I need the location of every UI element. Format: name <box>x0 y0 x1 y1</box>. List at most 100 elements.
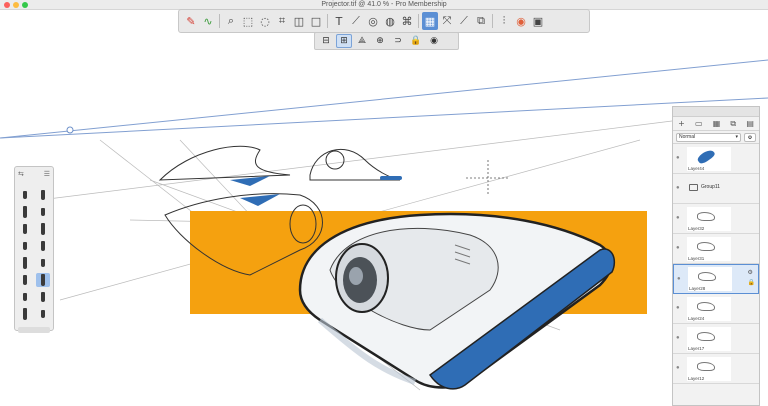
layer-visibility-icon[interactable]: ● <box>676 335 683 342</box>
layer-preview <box>696 147 716 165</box>
french-curve-icon[interactable]: ◍ <box>382 12 398 30</box>
shapes-icon[interactable]: ⧉ <box>473 12 489 30</box>
perspective-2pt-icon[interactable]: ⊞ <box>336 34 352 48</box>
brush-sets-icon[interactable]: ⇆ <box>18 170 24 178</box>
layer-row[interactable]: ● Layer28 ⚙ 🔒 <box>673 264 759 294</box>
layer-visibility-icon[interactable]: ● <box>676 155 683 162</box>
lock-icon[interactable]: 🔒 <box>408 34 424 48</box>
layer-actions: ⚙ 🔒 <box>748 269 755 286</box>
layer-row[interactable]: ● Layer44 <box>673 144 759 174</box>
toolbar-separator <box>327 14 328 28</box>
brush-green-icon[interactable]: ∿ <box>200 12 216 30</box>
layer-lock-icon[interactable]: 🔒 <box>748 279 755 286</box>
toolbar-separator <box>418 14 419 28</box>
brush-tip-icon <box>23 257 27 269</box>
brush-tip-icon <box>23 293 27 301</box>
brush-tip-icon <box>41 208 45 216</box>
layer-options-button[interactable]: ⚙ <box>744 132 756 142</box>
layer-settings-icon[interactable]: ⚙ <box>748 269 755 276</box>
layer-panel-header <box>673 107 759 117</box>
brush-preset-icon[interactable] <box>18 307 32 321</box>
color-swatches-icon[interactable]: ▣ <box>530 12 546 30</box>
brush-tip-icon <box>23 206 27 218</box>
layer-name: Layer17 <box>688 345 705 351</box>
toolbar-separator <box>492 14 493 28</box>
canvas-icon[interactable]: □ <box>308 12 324 30</box>
layer-thumbnail: Layer28 <box>688 267 732 291</box>
brush-palette-footer[interactable] <box>18 327 50 333</box>
perspective-grid-icon[interactable]: ⊕ <box>372 34 388 48</box>
toolbar-separator <box>219 14 220 28</box>
brush-tip-icon <box>41 241 45 251</box>
brush-preset-icon[interactable] <box>36 239 50 253</box>
perspective-icon[interactable]: ▦ <box>422 12 438 30</box>
layer-thumbnail: Group11 <box>687 177 731 201</box>
crop-icon[interactable]: ⌗ <box>274 12 290 30</box>
brush-palette: ⇆ ☰ <box>14 166 54 333</box>
ellipse-guide-icon[interactable]: ◎ <box>365 12 381 30</box>
brush-tip-icon <box>23 308 27 320</box>
perspective-1pt-icon[interactable]: ⊟ <box>318 34 334 48</box>
duplicate-layer-icon[interactable]: ⧉ <box>730 119 736 129</box>
brush-preset-icon[interactable] <box>18 222 32 236</box>
layer-visibility-icon[interactable]: ● <box>676 215 683 222</box>
select-rect-icon[interactable]: ⬚ <box>240 12 256 30</box>
layer-row[interactable]: ● Layer31 <box>673 234 759 264</box>
snap-icon[interactable]: ⊃ <box>390 34 406 48</box>
ruler-icon[interactable]: ⟋ <box>348 12 364 30</box>
select-lasso-icon[interactable]: ◌ <box>257 12 273 30</box>
transform-icon[interactable]: ◫ <box>291 12 307 30</box>
brush-preset-icon[interactable] <box>18 188 32 202</box>
distort-icon[interactable]: ⤧ <box>439 12 455 30</box>
brush-preset-icon[interactable] <box>18 205 32 219</box>
brush-menu-icon[interactable]: ☰ <box>44 170 50 178</box>
layer-panel: + ▭ ▦ ⧉ ▤ Normal ▾ ⚙ ● Layer44 ● Group11 ● La… <box>672 106 760 406</box>
layer-thumbnail: Layer31 <box>687 236 731 261</box>
main-toolbar: ✎ ∿ ⌕ ⬚ ◌ ⌗ ◫ □ T ⟋ ◎ ◍ ⌘ ▦ ⤧ ⟋ ⧉ ⫶ ◉ ▣ <box>178 9 590 33</box>
delete-layer-icon[interactable]: ▤ <box>746 119 754 128</box>
layer-row[interactable]: ● Layer17 <box>673 324 759 354</box>
add-group-icon[interactable]: ▭ <box>695 119 703 128</box>
brush-preset-icon[interactable] <box>18 273 32 287</box>
brush-preset-icon[interactable] <box>36 256 50 270</box>
layer-row[interactable]: ● Layer12 <box>673 354 759 384</box>
brush-preset-icon[interactable] <box>18 239 32 253</box>
brush-preset-icon[interactable] <box>36 222 50 236</box>
brush-library-icon[interactable]: ⫶ <box>496 12 512 30</box>
visibility-icon[interactable]: ◉ <box>426 34 442 48</box>
brush-preset-icon[interactable] <box>36 273 50 287</box>
symmetry-icon[interactable]: ⌘ <box>399 12 415 30</box>
stroke-icon[interactable]: ⟋ <box>456 12 472 30</box>
layer-visibility-icon[interactable]: ● <box>676 305 683 312</box>
brush-tip-icon <box>23 224 27 234</box>
drawing-canvas[interactable] <box>0 10 768 406</box>
layer-row[interactable]: ● Layer24 <box>673 294 759 324</box>
brush-preset-icon[interactable] <box>36 307 50 321</box>
zoom-icon[interactable]: ⌕ <box>223 12 239 30</box>
layer-thumbnail: Layer32 <box>687 206 731 231</box>
blend-mode-select[interactable]: Normal ▾ <box>676 132 741 142</box>
perspective-3pt-icon[interactable]: ⟁ <box>354 34 370 48</box>
brush-preset-icon[interactable] <box>18 290 32 304</box>
layer-name: Layer44 <box>688 165 705 171</box>
layer-row[interactable]: ● Layer32 <box>673 204 759 234</box>
brush-preset-icon[interactable] <box>36 205 50 219</box>
brush-preset-icon[interactable] <box>18 256 32 270</box>
brush-red-icon[interactable]: ✎ <box>183 12 199 30</box>
brush-tip-icon <box>41 223 45 235</box>
layer-visibility-icon[interactable]: ● <box>676 365 683 372</box>
layer-preview <box>697 331 715 341</box>
add-layer-icon[interactable]: + <box>678 119 685 128</box>
image-layer-icon[interactable]: ▦ <box>713 119 721 128</box>
brush-preset-icon[interactable] <box>36 188 50 202</box>
brush-preset-icon[interactable] <box>36 290 50 304</box>
layer-visibility-icon[interactable]: ● <box>676 245 683 252</box>
text-icon[interactable]: T <box>331 12 347 30</box>
blend-row: Normal ▾ ⚙ <box>673 131 759 144</box>
brush-palette-header: ⇆ ☰ <box>18 170 50 178</box>
layer-visibility-icon[interactable]: ● <box>676 185 683 192</box>
layer-visibility-icon[interactable]: ● <box>677 276 684 283</box>
brush-tip-icon <box>41 292 45 302</box>
color-wheel-icon[interactable]: ◉ <box>513 12 529 30</box>
layer-group-row[interactable]: ● Group11 <box>673 174 759 204</box>
